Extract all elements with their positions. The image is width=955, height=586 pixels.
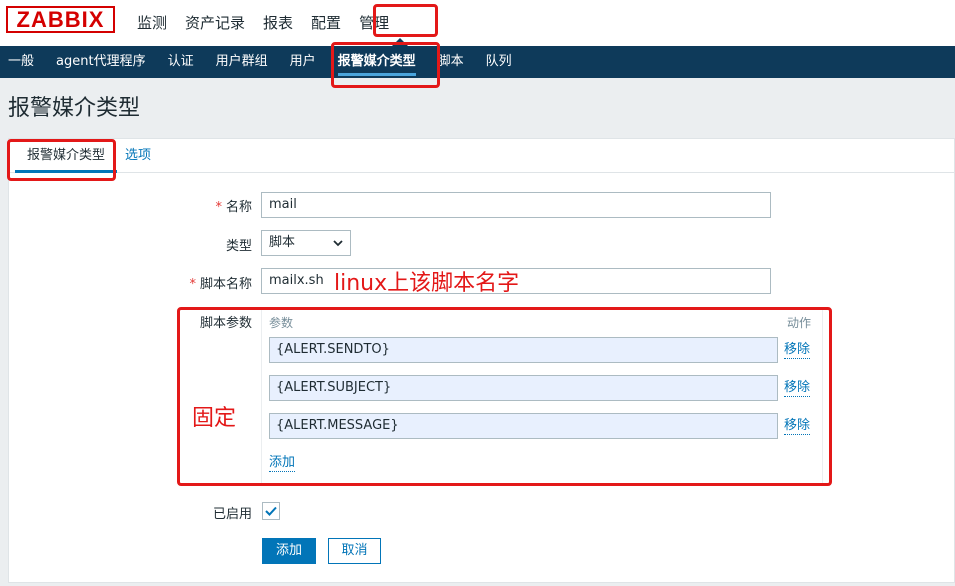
top-menu: 监测 资产记录 报表 配置 管理 xyxy=(128,0,398,46)
tab-options[interactable]: 选项 xyxy=(125,139,151,173)
annotation-fixed-note: 固定 xyxy=(192,406,237,431)
required-mark: * xyxy=(215,200,222,215)
zabbix-logo[interactable]: ZABBIX xyxy=(6,6,115,33)
menu-inventory[interactable]: 资产记录 xyxy=(176,0,254,46)
submenu-queue[interactable]: 队列 xyxy=(475,46,523,78)
page-title: 报警媒介类型 xyxy=(8,96,141,121)
param-remove-link[interactable]: 移除 xyxy=(784,380,811,397)
type-select[interactable]: 脚本 xyxy=(261,230,351,256)
submenu-user-groups[interactable]: 用户群组 xyxy=(205,46,279,78)
add-button[interactable]: 添加 xyxy=(262,538,316,564)
active-menu-caret-icon xyxy=(392,38,408,46)
top-bar: ZABBIX 监测 资产记录 报表 配置 管理 xyxy=(0,0,955,46)
submenu-authentication[interactable]: 认证 xyxy=(157,46,205,78)
required-mark: * xyxy=(189,277,196,292)
type-label: 类型 xyxy=(225,239,252,254)
param-input[interactable]: {ALERT.SUBJECT} xyxy=(269,375,778,401)
menu-monitoring[interactable]: 监测 xyxy=(128,0,176,46)
checkmark-icon xyxy=(265,506,277,516)
chevron-down-icon xyxy=(332,234,344,260)
menu-administration[interactable]: 管理 xyxy=(350,0,398,46)
cancel-button[interactable]: 取消 xyxy=(328,538,381,564)
script-name-label-text: 脚本名称 xyxy=(199,277,252,292)
param-input[interactable]: {ALERT.MESSAGE} xyxy=(269,413,778,439)
annotation-script-note: linux上该脚本名字 xyxy=(334,271,520,296)
tab-bar: 报警媒介类型 选项 xyxy=(9,139,954,173)
submenu-media-types[interactable]: 报警媒介类型 xyxy=(327,46,427,78)
name-label: * 名称 xyxy=(92,196,252,215)
submenu-scripts[interactable]: 脚本 xyxy=(427,46,475,78)
form-card: 报警媒介类型 选项 * 名称 mail 类型 脚本 * 脚本名称 mailx.sh … xyxy=(8,138,955,583)
sub-menu: 一般 agent代理程序 认证 用户群组 用户 报警媒介类型 脚本 队列 xyxy=(0,46,955,78)
name-label-text: 名称 xyxy=(225,200,252,215)
param-remove-link[interactable]: 移除 xyxy=(784,342,811,359)
enabled-checkbox[interactable] xyxy=(262,502,280,520)
script-params-table: 参数 动作 {ALERT.SENDTO} 移除 {ALERT.SUBJECT} … xyxy=(261,309,823,484)
param-remove-link[interactable]: 移除 xyxy=(784,418,811,435)
tab-media-type[interactable]: 报警媒介类型 xyxy=(15,139,117,173)
type-select-value: 脚本 xyxy=(269,235,296,250)
submenu-users[interactable]: 用户 xyxy=(279,46,327,78)
submenu-general[interactable]: 一般 xyxy=(0,46,45,78)
name-input[interactable]: mail xyxy=(261,192,771,218)
script-params-label: 脚本参数 xyxy=(199,316,252,331)
menu-reports[interactable]: 报表 xyxy=(254,0,302,46)
params-header-action: 动作 xyxy=(786,316,811,330)
submenu-proxies[interactable]: agent代理程序 xyxy=(45,46,157,78)
menu-configuration[interactable]: 配置 xyxy=(302,0,350,46)
enabled-label: 已启用 xyxy=(212,507,252,522)
params-header-param: 参数 xyxy=(269,316,294,330)
script-name-label: * 脚本名称 xyxy=(92,273,252,292)
param-add-link[interactable]: 添加 xyxy=(269,455,296,472)
param-input[interactable]: {ALERT.SENDTO} xyxy=(269,337,778,363)
